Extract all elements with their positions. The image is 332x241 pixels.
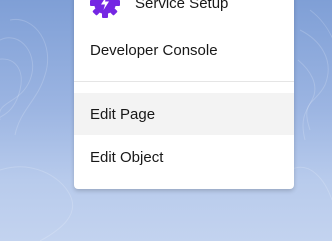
menu-divider xyxy=(74,81,294,82)
menu-item-label: Developer Console xyxy=(90,41,218,59)
menu-item-label: Edit Page xyxy=(90,105,156,123)
menu-item-label: Edit Object xyxy=(90,148,164,166)
menu-item-label: Service Setup xyxy=(135,0,229,12)
menu-item-edit-page[interactable]: Edit Page xyxy=(74,93,294,135)
menu-item-edit-object[interactable]: Edit Object xyxy=(74,136,294,178)
dropdown-menu: Service Setup Developer Console Edit Pag… xyxy=(74,0,294,189)
service-setup-gear-bolt-icon xyxy=(90,0,120,18)
menu-item-developer-console[interactable]: Developer Console xyxy=(74,29,294,71)
menu-item-service-setup[interactable]: Service Setup xyxy=(74,0,294,18)
